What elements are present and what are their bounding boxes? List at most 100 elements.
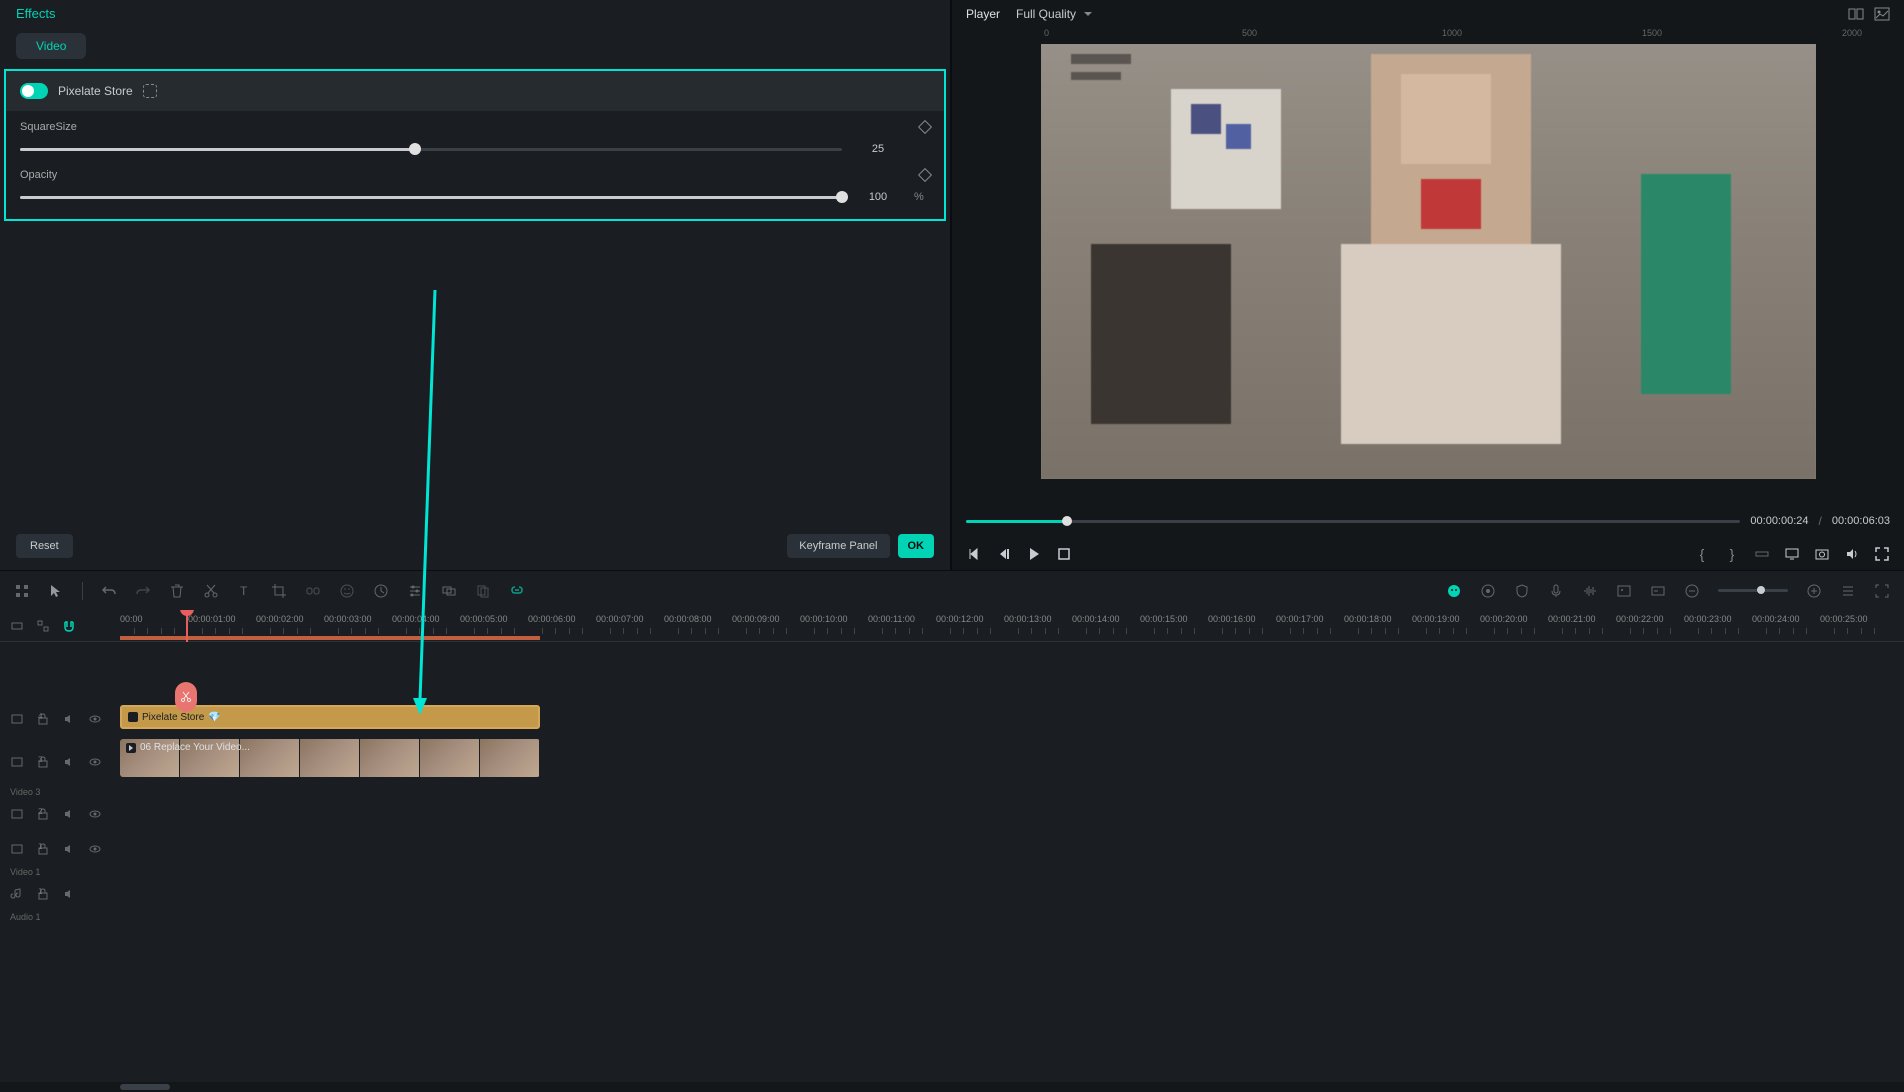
step-back-icon[interactable] xyxy=(996,546,1012,562)
diamond-badge-icon: 💎 xyxy=(208,712,220,723)
track-type-icon[interactable]: 2 xyxy=(10,807,24,821)
zoom-in-icon[interactable] xyxy=(1806,583,1822,599)
track-visible-icon[interactable] xyxy=(88,712,102,726)
opacity-label: Opacity xyxy=(20,169,57,181)
track-mute-icon[interactable] xyxy=(62,712,76,726)
magnet-icon[interactable] xyxy=(62,619,76,633)
crop-icon[interactable] xyxy=(271,583,287,599)
brace-open-icon[interactable]: { xyxy=(1694,546,1710,562)
total-timecode: 00:00:06:03 xyxy=(1832,515,1890,527)
selection-tool-icon[interactable] xyxy=(14,583,30,599)
prev-frame-icon[interactable] xyxy=(966,546,982,562)
effect-enable-toggle[interactable] xyxy=(20,83,48,99)
player-horizontal-ruler: 0 500 1000 1500 2000 xyxy=(952,28,1904,44)
opacity-keyframe-icon[interactable] xyxy=(918,168,932,182)
square-size-label: SquareSize xyxy=(20,121,77,133)
track-lock-icon[interactable] xyxy=(36,887,50,901)
play-icon[interactable] xyxy=(1026,546,1042,562)
track-lock-icon[interactable] xyxy=(36,712,50,726)
track-lock-icon[interactable] xyxy=(36,842,50,856)
color-wheel-icon[interactable] xyxy=(1480,583,1496,599)
track-mute-icon[interactable] xyxy=(62,755,76,769)
list-icon[interactable] xyxy=(1840,583,1856,599)
mic-icon[interactable] xyxy=(1548,583,1564,599)
fullscreen-icon[interactable] xyxy=(1874,546,1890,562)
cursor-tool-icon[interactable] xyxy=(48,583,64,599)
chevron-down-icon xyxy=(1084,12,1092,16)
quality-dropdown[interactable]: Full Quality xyxy=(1016,7,1092,21)
video-subtab[interactable]: Video xyxy=(16,33,86,59)
effect-mask-icon[interactable] xyxy=(143,84,157,98)
attach-icon[interactable] xyxy=(509,583,525,599)
track-lock-icon[interactable] xyxy=(36,755,50,769)
track-lock-icon[interactable] xyxy=(36,807,50,821)
video-clip[interactable]: 06 Replace Your Video... xyxy=(120,739,540,777)
undo-icon[interactable] xyxy=(101,583,117,599)
keyframe-panel-button[interactable]: Keyframe Panel xyxy=(787,534,889,558)
effect-settings-box: Pixelate Store SquareSize 25 xyxy=(4,69,946,221)
audio-track-type-icon[interactable]: 1 xyxy=(10,887,24,901)
caption-icon[interactable] xyxy=(1650,583,1666,599)
link-icon[interactable] xyxy=(305,583,321,599)
opacity-value[interactable]: 100 xyxy=(858,191,898,203)
text-icon[interactable]: T xyxy=(237,583,253,599)
delete-icon[interactable] xyxy=(169,583,185,599)
track-mute-icon[interactable] xyxy=(62,887,76,901)
timeline-ruler[interactable]: 00:0000:00:01:0000:00:02:0000:00:03:0000… xyxy=(120,610,1904,642)
zoom-out-icon[interactable] xyxy=(1684,583,1700,599)
volume-icon[interactable] xyxy=(1844,546,1860,562)
track-header-icon-1[interactable] xyxy=(10,619,24,633)
track-mute-icon[interactable] xyxy=(62,842,76,856)
track-visible-icon[interactable] xyxy=(88,842,102,856)
zoom-slider[interactable] xyxy=(1718,589,1788,592)
redo-icon[interactable] xyxy=(135,583,151,599)
square-size-value[interactable]: 25 xyxy=(858,143,898,155)
current-timecode: 00:00:00:24 xyxy=(1750,515,1808,527)
compare-view-icon[interactable] xyxy=(1848,6,1864,22)
fit-icon[interactable] xyxy=(1874,583,1890,599)
square-size-slider[interactable] xyxy=(20,148,842,151)
square-size-keyframe-icon[interactable] xyxy=(918,120,932,134)
adjust-icon[interactable] xyxy=(407,583,423,599)
track-type-icon[interactable]: 1 xyxy=(10,842,24,856)
track-type-icon[interactable]: 3 xyxy=(10,755,24,769)
playback-progress[interactable] xyxy=(966,520,1740,523)
speed-icon[interactable] xyxy=(373,583,389,599)
image-view-icon[interactable] xyxy=(1874,6,1890,22)
player-label: Player xyxy=(966,7,1000,21)
playhead[interactable] xyxy=(186,610,188,642)
clip-effect-icon xyxy=(128,712,138,722)
track-visible-icon[interactable] xyxy=(88,755,102,769)
stop-icon[interactable] xyxy=(1056,546,1072,562)
shield-icon[interactable] xyxy=(1514,583,1530,599)
reset-button[interactable]: Reset xyxy=(16,534,73,558)
track-visible-icon[interactable] xyxy=(88,807,102,821)
copy-icon[interactable] xyxy=(475,583,491,599)
opacity-slider[interactable] xyxy=(20,196,842,199)
ok-button[interactable]: OK xyxy=(898,534,935,558)
track-mute-icon[interactable] xyxy=(62,807,76,821)
snapshot-icon[interactable] xyxy=(1814,546,1830,562)
group-icon[interactable] xyxy=(441,583,457,599)
track-type-icon[interactable]: 4 xyxy=(10,712,24,726)
track-header-icon-2[interactable] xyxy=(36,619,50,633)
preview-image[interactable] xyxy=(1041,44,1816,479)
cut-marker[interactable] xyxy=(175,682,197,712)
param-opacity: Opacity 100 % xyxy=(6,159,944,219)
timeline-toolbar: T xyxy=(0,570,1904,610)
timeline-scrollbar[interactable] xyxy=(0,1082,1904,1092)
audio-track-name: Audio 1 xyxy=(0,912,1904,922)
track-1-name: Video 1 xyxy=(0,867,1904,877)
tracks-area: 4 Pixelate Store 💎 3 xyxy=(0,642,1904,1092)
cut-icon[interactable] xyxy=(203,583,219,599)
picture-icon[interactable] xyxy=(1616,583,1632,599)
opacity-unit: % xyxy=(914,191,930,203)
effects-tab[interactable]: Effects xyxy=(16,6,56,21)
brace-close-icon[interactable]: } xyxy=(1724,546,1740,562)
effect-badge-icon[interactable] xyxy=(1446,583,1462,599)
display-icon[interactable] xyxy=(1784,546,1800,562)
mark-icon[interactable] xyxy=(1754,546,1770,562)
audio-track-icon[interactable] xyxy=(1582,583,1598,599)
preview-area xyxy=(952,44,1904,504)
smile-icon[interactable] xyxy=(339,583,355,599)
